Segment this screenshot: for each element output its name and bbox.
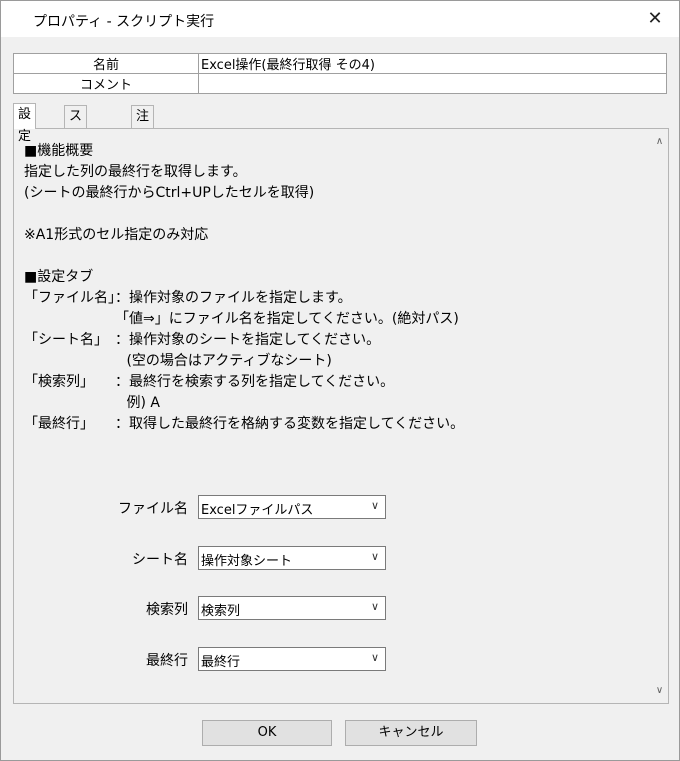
file-name-value: Excelファイルパス	[201, 503, 314, 518]
tab-settings[interactable]: 設定	[13, 103, 37, 144]
title-bar: プロパティ - スクリプト実行 ✕	[1, 1, 679, 37]
chevron-down-icon: ∨	[370, 600, 379, 613]
ok-button[interactable]: OK	[202, 720, 332, 746]
table-row: コメント	[13, 73, 667, 94]
table-row: 名前 Excel操作(最終行取得 その4)	[13, 53, 667, 74]
last-row-value: 最終行	[201, 655, 241, 670]
tab-script[interactable]: スクリプト	[64, 105, 88, 212]
vertical-scrollbar[interactable]: ∧ ∨	[651, 129, 668, 703]
chevron-down-icon: ∨	[370, 550, 379, 563]
chevron-down-icon[interactable]: ∨	[651, 682, 668, 699]
search-column-combo[interactable]: 検索列 ∨	[198, 596, 386, 620]
last-row-label: 最終行	[146, 653, 188, 669]
search-column-label: 検索列	[146, 602, 188, 618]
search-column-value: 検索列	[201, 604, 241, 619]
comment-label: コメント	[13, 73, 199, 94]
chevron-down-icon: ∨	[370, 499, 379, 512]
name-value[interactable]: Excel操作(最終行取得 その4)	[198, 53, 667, 74]
tab-notes[interactable]: 注釈	[131, 105, 155, 146]
last-row-combo[interactable]: 最終行 ∨	[198, 647, 386, 671]
file-name-label: ファイル名	[118, 501, 188, 517]
settings-panel: ■機能概要 指定した列の最終行を取得します。 (シートの最終行からCtrl+UP…	[13, 128, 669, 704]
sheet-name-combo[interactable]: 操作対象シート ∨	[198, 546, 386, 570]
cancel-button[interactable]: キャンセル	[345, 720, 477, 746]
close-icon[interactable]: ✕	[641, 7, 669, 31]
chevron-up-icon[interactable]: ∧	[651, 133, 668, 150]
name-label: 名前	[13, 53, 199, 74]
sheet-name-value: 操作対象シート	[201, 554, 293, 569]
sheet-name-label: シート名	[132, 552, 188, 568]
dialog-window: プロパティ - スクリプト実行 ✕ 名前 Excel操作(最終行取得 その4) …	[0, 0, 680, 761]
property-table: 名前 Excel操作(最終行取得 その4) コメント	[13, 53, 667, 94]
chevron-down-icon: ∨	[370, 651, 379, 664]
file-name-combo[interactable]: Excelファイルパス ∨	[198, 495, 386, 519]
comment-value[interactable]	[198, 73, 667, 94]
window-title: プロパティ - スクリプト実行	[33, 14, 215, 30]
description-text: ■機能概要 指定した列の最終行を取得します。 (シートの最終行からCtrl+UP…	[24, 143, 465, 432]
